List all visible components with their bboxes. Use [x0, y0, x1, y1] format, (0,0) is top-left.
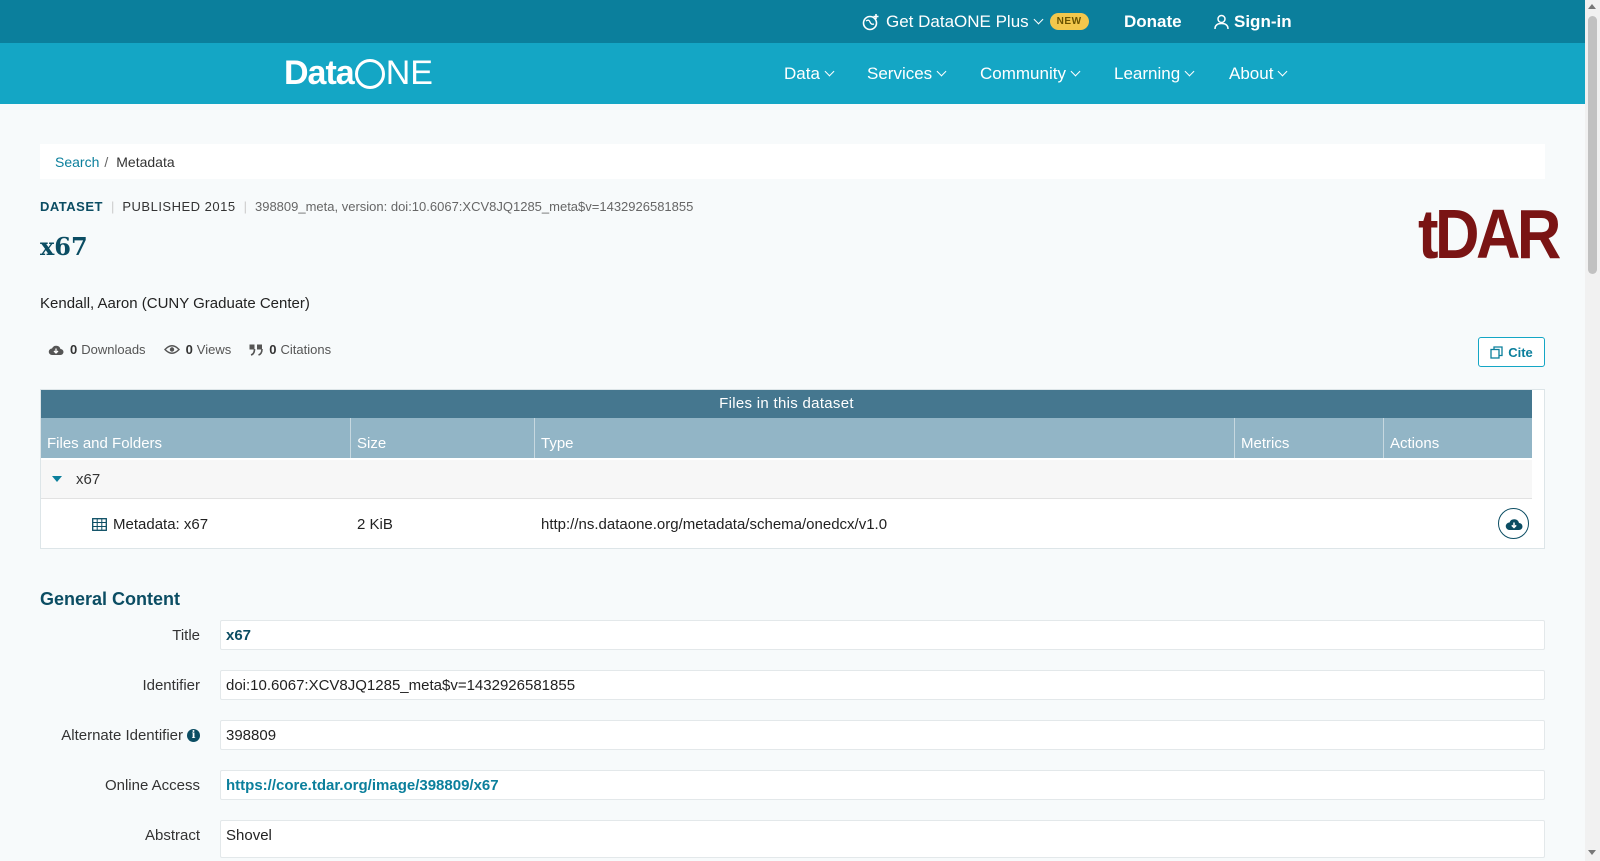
cloud-download-icon	[48, 345, 64, 355]
general-content-heading: General Content	[40, 589, 181, 609]
dataset-meta-line: DATASET | PUBLISHED 2015 | 398809_meta, …	[40, 199, 693, 214]
globe-plus-icon	[862, 13, 879, 30]
file-size: 2 KiB	[357, 515, 393, 533]
logo-text-data: Data	[284, 53, 355, 92]
views-metric: 0 Views	[163, 342, 232, 357]
page-scrollbar[interactable]	[1585, 0, 1600, 861]
meta-divider: |	[243, 199, 247, 214]
new-badge: NEW	[1049, 13, 1089, 30]
file-name-cell[interactable]: Metadata: x67	[92, 500, 208, 548]
cite-label: Cite	[1508, 344, 1533, 360]
column-header-size[interactable]: Size	[351, 418, 535, 458]
alternate-identifier-field-label: Alternate Identifier i	[61, 720, 200, 750]
get-dataone-plus-label: Get DataONE Plus	[886, 11, 1029, 31]
views-count: 0	[185, 342, 193, 357]
downloads-count: 0	[70, 342, 78, 357]
caret-down-icon[interactable]	[52, 476, 62, 482]
alternate-identifier-field-value: 398809	[220, 720, 1545, 750]
sign-in-link[interactable]: Sign-in	[1214, 0, 1292, 43]
citations-label: Citations	[280, 342, 332, 357]
citations-count: 0	[269, 342, 277, 357]
downloads-metric: 0 Downloads	[48, 342, 146, 357]
files-table: Files in this dataset Files and Folders …	[40, 389, 1545, 549]
eye-icon	[163, 345, 180, 354]
breadcrumb-current: Metadata	[116, 153, 175, 170]
dataset-metrics: 0 Downloads 0 Views 0 Citations	[48, 342, 349, 357]
table-row: Metadata: x67 2 KiB http://ns.dataone.or…	[41, 500, 1532, 548]
title-field-label: Title	[172, 626, 200, 644]
column-header-actions[interactable]: Actions	[1384, 418, 1532, 458]
folder-row[interactable]: x67	[41, 460, 1532, 499]
logo-text-one: NE	[385, 53, 433, 92]
files-table-heading: Files in this dataset	[41, 390, 1532, 418]
online-access-field-label: Online Access	[104, 776, 200, 794]
citations-metric: 0 Citations	[249, 342, 331, 357]
downloads-label: Downloads	[81, 342, 146, 357]
breadcrumb: Search / Metadata	[40, 144, 1545, 179]
download-file-button[interactable]	[1498, 508, 1529, 539]
globe-icon	[354, 59, 385, 89]
tdar-repository-logo[interactable]: tDAR	[1418, 199, 1561, 269]
scroll-down-arrow-icon[interactable]	[1588, 850, 1596, 855]
abstract-field-label: Abstract	[144, 826, 200, 844]
nav-services[interactable]: Services	[867, 43, 947, 104]
identifier-field-label: Identifier	[142, 676, 200, 694]
scrollbar-thumb[interactable]	[1588, 16, 1597, 274]
chevron-down-icon	[824, 66, 835, 77]
dataset-kind-label: DATASET	[40, 199, 103, 214]
quote-icon	[249, 344, 264, 356]
file-type: http://ns.dataone.org/metadata/schema/on…	[541, 515, 888, 533]
dataone-logo[interactable]: Data NE	[284, 53, 433, 93]
top-utility-bar: Get DataONE Plus NEW Donate Sign-in	[0, 0, 1585, 43]
nav-learning[interactable]: Learning	[1114, 43, 1195, 104]
breadcrumb-search-link[interactable]: Search	[55, 154, 99, 170]
nav-about-label: About	[1229, 63, 1274, 83]
file-name: Metadata: x67	[113, 515, 209, 533]
cloud-download-icon	[1505, 518, 1522, 530]
scroll-up-arrow-icon[interactable]	[1588, 4, 1596, 9]
nav-learning-label: Learning	[1114, 63, 1181, 83]
version-label: 398809_meta, version: doi:10.6067:XCV8JQ…	[254, 199, 694, 214]
column-header-files[interactable]: Files and Folders	[41, 418, 351, 458]
nav-data-label: Data	[784, 63, 820, 83]
chevron-down-icon	[1184, 66, 1195, 77]
info-icon[interactable]: i	[187, 728, 200, 742]
copy-icon	[1490, 345, 1503, 359]
title-field-value: x67	[220, 620, 1545, 650]
column-header-type[interactable]: Type	[535, 418, 1235, 458]
main-navbar: Data NE Data Services Community Learning …	[0, 43, 1585, 104]
dataset-author: Kendall, Aaron (CUNY Graduate Center)	[40, 295, 310, 312]
nav-community-label: Community	[980, 63, 1066, 83]
chevron-down-icon	[936, 66, 947, 77]
identifier-field-value: doi:10.6067:XCV8JQ1285_meta$v=1432926581…	[220, 670, 1545, 700]
published-label: PUBLISHED 2015	[122, 199, 236, 214]
dataset-title: x67	[40, 232, 88, 261]
nav-services-label: Services	[867, 63, 933, 83]
nav-community[interactable]: Community	[980, 43, 1081, 104]
online-access-link[interactable]: https://core.tdar.org/image/398809/x67	[226, 777, 499, 794]
online-access-field-value: https://core.tdar.org/image/398809/x67	[220, 770, 1545, 800]
alternate-identifier-label-text: Alternate Identifier	[61, 726, 183, 744]
chevron-down-icon	[1277, 66, 1288, 77]
abstract-field-value: Shovel	[220, 820, 1545, 858]
views-label: Views	[196, 342, 232, 357]
donate-link[interactable]: Donate	[1124, 0, 1182, 43]
get-dataone-plus-menu[interactable]: Get DataONE Plus NEW	[862, 0, 1089, 43]
column-header-metrics[interactable]: Metrics	[1235, 418, 1384, 458]
folder-name: x67	[76, 470, 101, 488]
table-icon	[92, 517, 107, 531]
nav-data[interactable]: Data	[784, 43, 835, 104]
chevron-down-icon	[1033, 14, 1044, 25]
nav-about[interactable]: About	[1229, 43, 1288, 104]
breadcrumb-separator: /	[104, 153, 109, 170]
cite-button[interactable]: Cite	[1478, 337, 1545, 367]
chevron-down-icon	[1070, 66, 1081, 77]
meta-divider: |	[110, 199, 115, 214]
sign-in-label: Sign-in	[1234, 11, 1292, 31]
user-icon	[1214, 14, 1229, 29]
